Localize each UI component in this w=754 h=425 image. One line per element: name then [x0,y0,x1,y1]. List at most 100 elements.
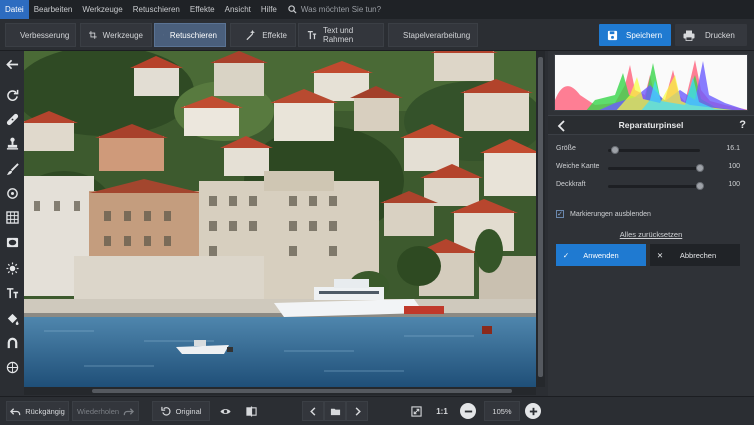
hide-markings-checkbox[interactable]: ✓ [556,210,564,218]
plus-icon [529,407,537,415]
undo-button[interactable]: Rückgängig [6,401,69,421]
slider-knob[interactable] [611,146,620,154]
tab-text-und-rahmen[interactable]: Text und Rahmen [298,23,384,47]
original-button[interactable]: Original [152,401,210,421]
right-panel: Reparaturpinsel ? Größe 16.1 Weiche Kant… [548,51,754,396]
preview-eye-button[interactable] [214,401,236,421]
brush-icon[interactable] [4,161,20,177]
back-arrow-icon[interactable] [4,56,20,72]
printer-icon [683,30,695,41]
minus-icon [464,410,472,412]
menu-retuschieren[interactable]: Retuschieren [128,0,185,19]
fit-screen-icon [410,405,422,417]
fill-bucket-icon[interactable] [4,310,20,326]
zoom-out-button[interactable] [460,403,476,419]
slider-track[interactable] [608,182,704,190]
panel-header: Reparaturpinsel ? [548,115,754,135]
tab-label: Retuschieren [169,30,217,40]
menu-search[interactable]: Was möchten Sie tun? [282,5,381,14]
menu-datei[interactable]: Datei [0,0,29,19]
slider-label: Deckkraft [556,181,586,188]
checkmark-icon: ✓ [562,250,570,260]
menu-bar: Datei Bearbeiten Werkzeuge Retuschieren … [0,0,754,19]
slider-value: 100 [728,163,740,170]
apply-label: Anwenden [583,250,619,260]
bottom-bar: Rückgängig Wiederholen Original 1:1 105% [0,396,754,425]
zoom-in-button[interactable] [525,403,541,419]
slider-deckkraft: Deckkraft 100 [556,180,750,192]
print-button[interactable]: Drucken [675,24,747,46]
compare-split-button[interactable] [240,401,262,421]
vignette-icon[interactable] [4,234,20,250]
eye-icon [219,408,231,414]
target-icon[interactable] [4,185,20,201]
undo-label: Rückgängig [25,406,65,416]
text-icon [307,31,317,40]
cancel-button[interactable]: ✕ Abbrechen [650,244,740,266]
slider-knob[interactable] [696,182,704,190]
grid-icon[interactable] [4,209,20,225]
redo-icon [123,407,135,415]
magic-wand-icon [246,29,255,41]
menu-ansicht[interactable]: Ansicht [220,0,256,19]
menu-hilfe[interactable]: Hilfe [256,0,282,19]
scroll-thumb[interactable] [538,57,543,377]
save-button[interactable]: Speichern [599,24,671,46]
menu-werkzeuge[interactable]: Werkzeuge [77,0,127,19]
left-toolbar [0,51,24,396]
search-placeholder: Was möchten Sie tun? [300,5,382,14]
tab-label: Effekte [262,30,287,40]
apply-button[interactable]: ✓ Anwenden [556,244,646,266]
print-label: Drucken [705,30,735,40]
bandage-icon[interactable] [4,111,20,127]
stamp-icon[interactable] [4,135,20,151]
scroll-thumb[interactable] [92,389,512,393]
slider-track[interactable] [608,146,700,154]
tab-stapelverarbeitung[interactable]: Stapelverarbeitung [388,23,478,47]
tab-retuschieren[interactable]: Retuschieren [154,23,226,47]
menu-bearbeiten[interactable]: Bearbeiten [29,0,78,19]
zoom-one-to-one-button[interactable]: 1:1 [431,401,453,421]
chevron-right-icon [355,406,361,416]
slider-groesse: Größe 16.1 [556,144,750,156]
tab-werkzeuge[interactable]: Werkzeuge [80,23,152,47]
tab-label: Werkzeuge [102,30,143,40]
globe-icon[interactable] [4,359,20,375]
fit-to-screen-button[interactable] [405,401,427,421]
chevron-left-icon[interactable] [556,119,568,133]
rotate-icon[interactable] [4,87,20,103]
previous-image-button[interactable] [302,401,324,421]
text-icon[interactable] [4,285,20,301]
slider-value: 16.1 [726,145,740,152]
menu-effekte[interactable]: Effekte [185,0,220,19]
sun-icon[interactable] [4,260,20,276]
panel-title: Reparaturpinsel [618,120,684,130]
vertical-scrollbar[interactable] [536,51,545,387]
tab-label: Verbesserung [20,30,70,40]
horseshoe-icon[interactable] [4,334,20,350]
photo-scene [24,51,536,387]
redo-button[interactable]: Wiederholen [72,401,139,421]
help-icon[interactable]: ? [739,119,746,131]
histogram [554,54,748,111]
crop-icon [89,31,97,39]
slider-label: Weiche Kante [556,163,600,170]
zoom-value[interactable]: 105% [484,401,520,421]
cancel-label: Abbrechen [679,250,717,260]
open-folder-button[interactable] [324,401,346,421]
next-image-button[interactable] [346,401,368,421]
hide-markings-label: Markierungen ausblenden [570,210,651,218]
tab-effekte[interactable]: Effekte [230,23,296,47]
image-canvas[interactable] [24,51,536,387]
horizontal-scrollbar[interactable] [24,387,536,395]
tab-label: Stapelverarbeitung [403,30,471,40]
slider-label: Größe [556,145,576,152]
folder-icon [330,408,340,415]
close-icon: ✕ [656,250,664,260]
hide-markings-option[interactable]: ✓ Markierungen ausblenden [556,210,651,218]
chevron-left-icon [309,406,315,416]
slider-knob[interactable] [696,164,704,172]
reset-all-link[interactable]: Alles zurücksetzen [548,230,754,239]
tab-verbesserung[interactable]: Verbesserung [5,23,76,47]
slider-track[interactable] [608,164,704,172]
